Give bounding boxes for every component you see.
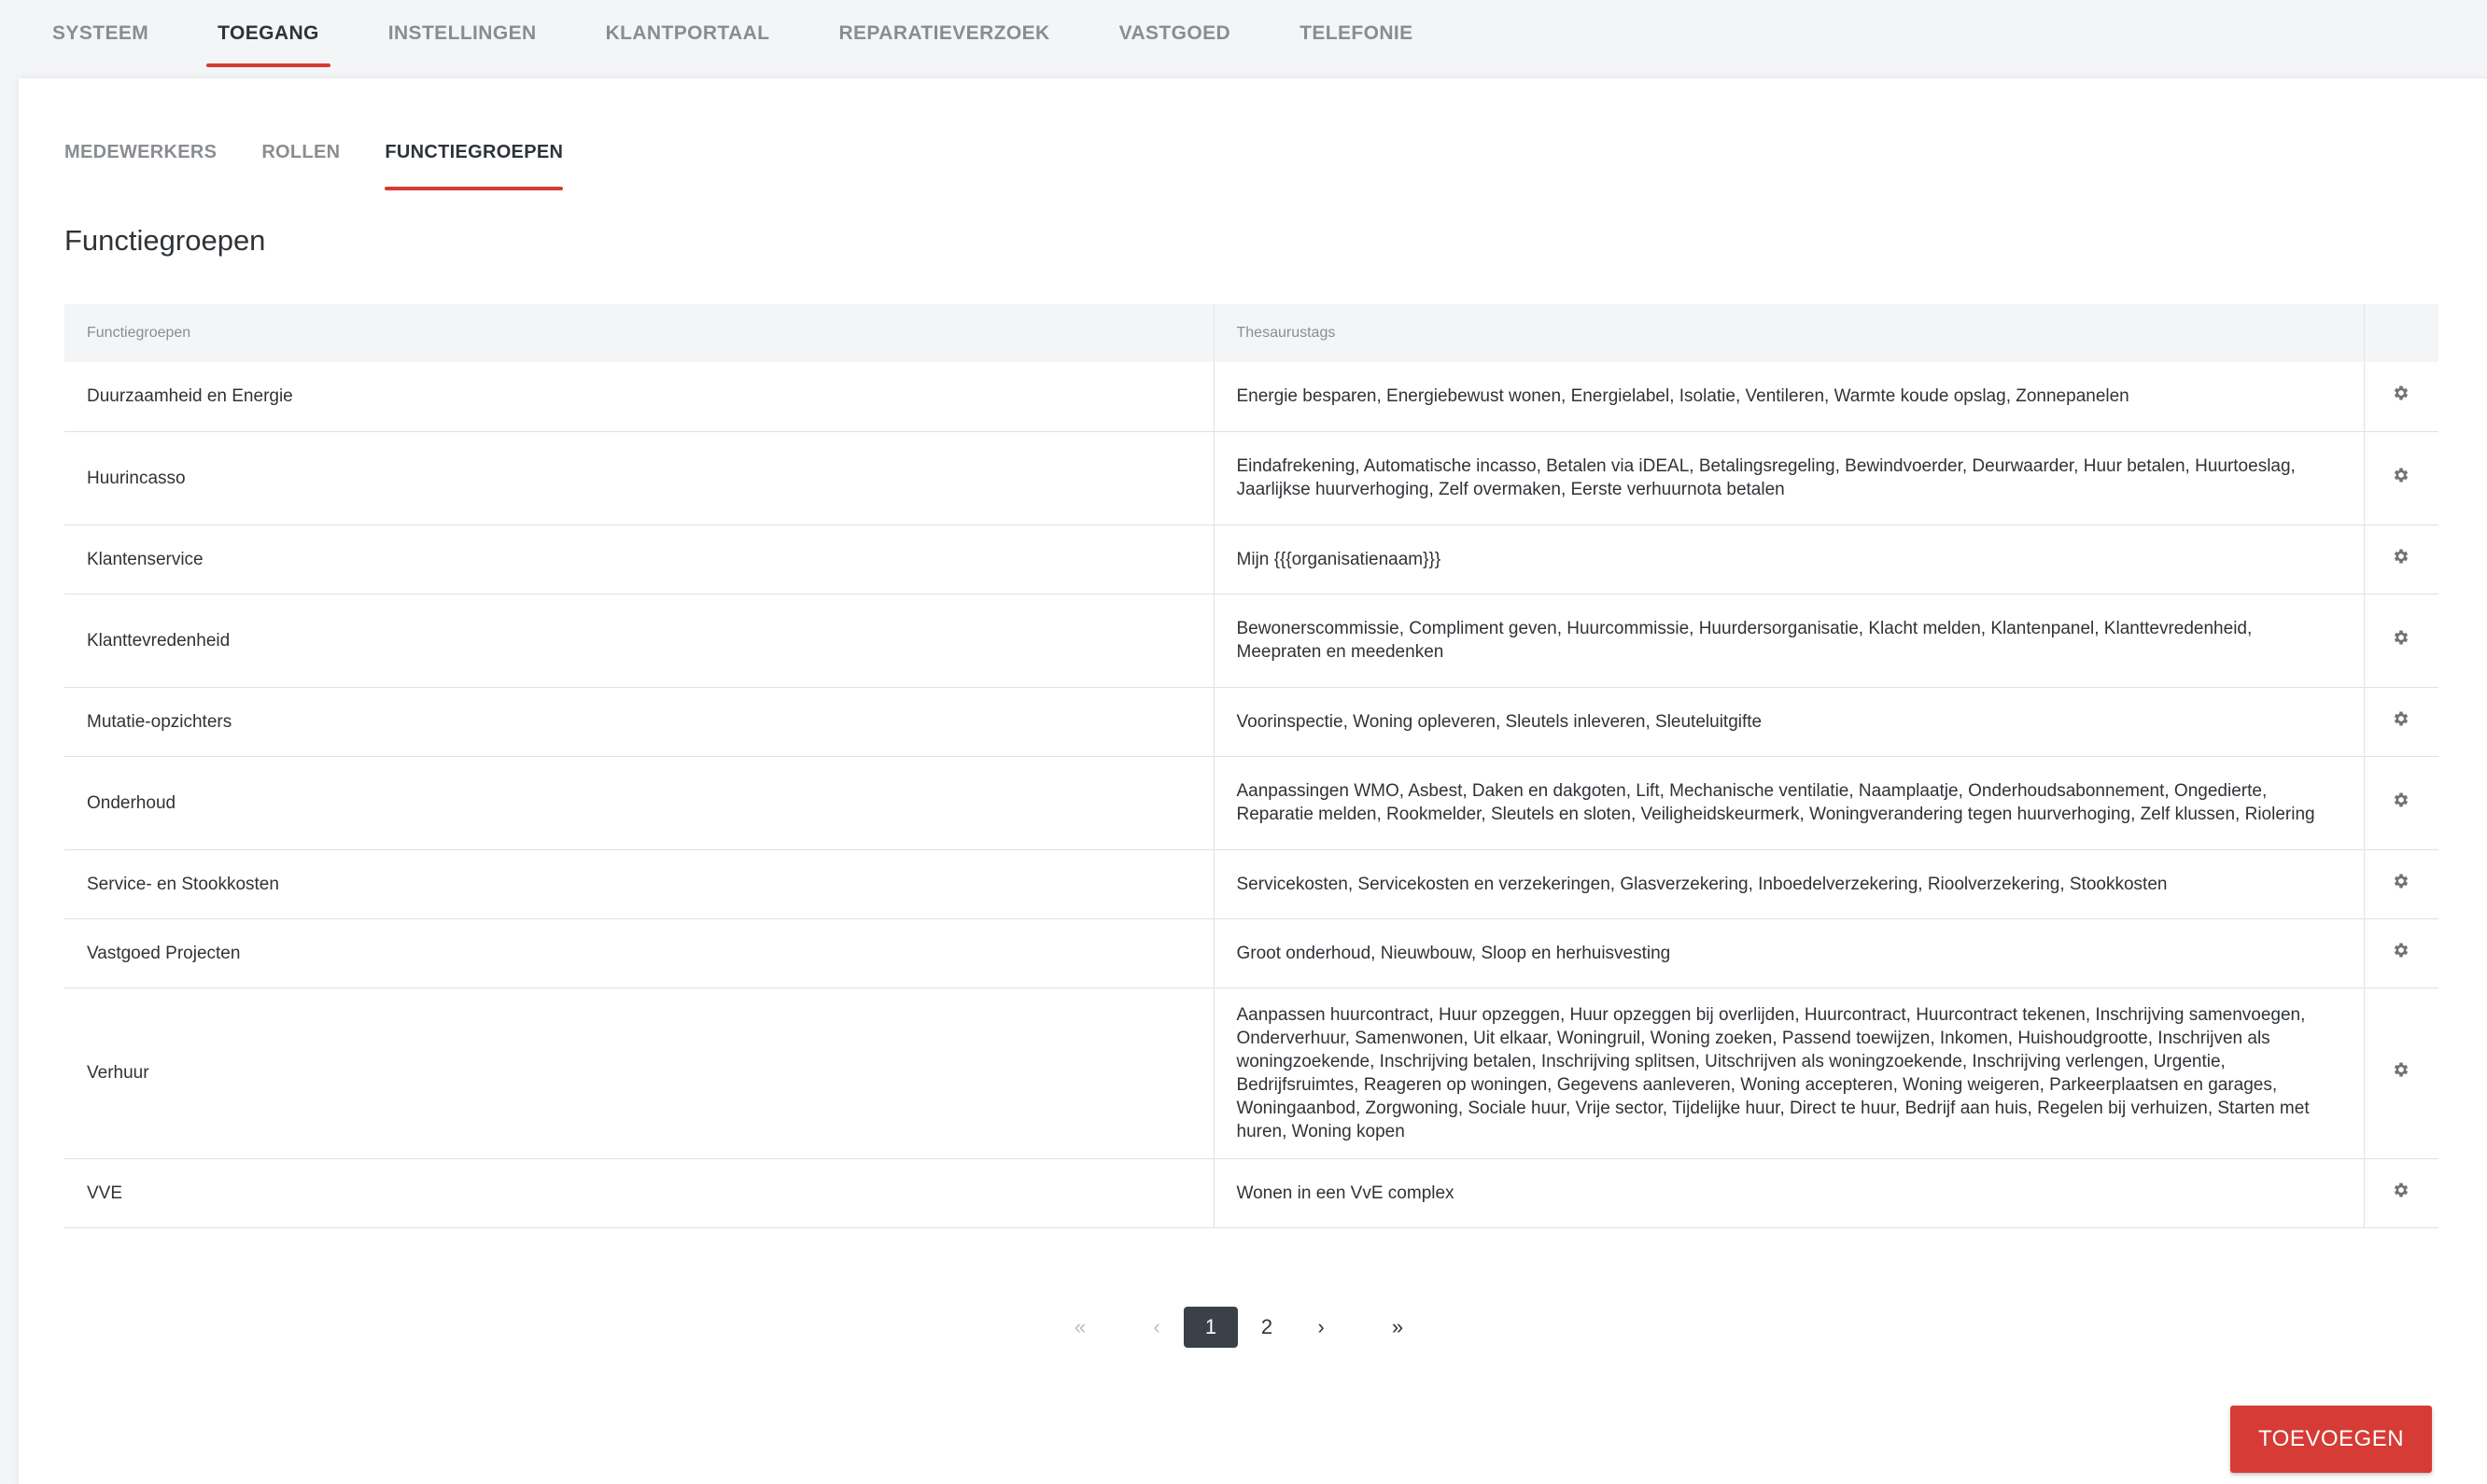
gear-icon[interactable]: [2392, 709, 2410, 728]
row-tags: Groot onderhoud, Nieuwbouw, Sloop en her…: [1214, 918, 2365, 988]
tab-instellingen[interactable]: INSTELLINGEN: [388, 0, 537, 67]
column-header-functiegroepen[interactable]: Functiegroepen: [64, 304, 1215, 362]
tab-systeem[interactable]: SYSTEEM: [52, 0, 148, 67]
row-tags: Wonen in een VvE complex: [1214, 1158, 2365, 1228]
gear-icon[interactable]: [2392, 872, 2410, 890]
table-row: VVE Wonen in een VvE complex: [64, 1158, 2438, 1228]
row-actions: [2364, 687, 2438, 757]
tab-toegang[interactable]: TOEGANG: [206, 0, 330, 67]
add-button[interactable]: TOEVOEGEN: [2230, 1406, 2432, 1473]
table-row: Klanttevredenheid Bewonerscommissie, Com…: [64, 594, 2438, 688]
top-navigation: SYSTEEM TOEGANG INSTELLINGEN KLANTPORTAA…: [0, 0, 2487, 78]
table-row: Service- en Stookkosten Servicekosten, S…: [64, 849, 2438, 919]
pagination: « ‹ 1 2 › »: [1053, 1307, 1425, 1348]
row-name: Onderhoud: [64, 756, 1215, 850]
row-tags: Aanpassingen WMO, Asbest, Daken en dakgo…: [1214, 756, 2365, 850]
row-tags: Servicekosten, Servicekosten en verzeker…: [1214, 849, 2365, 919]
tab-klantportaal[interactable]: KLANTPORTAAL: [606, 0, 770, 67]
row-tags: Bewonerscommissie, Compliment geven, Huu…: [1214, 594, 2365, 688]
page-title: Functiegroepen: [64, 224, 266, 257]
row-name: Klanttevredenheid: [64, 594, 1215, 688]
subtab-functiegroepen[interactable]: FUNCTIEGROEPEN: [385, 140, 564, 190]
gear-icon[interactable]: [2392, 941, 2410, 959]
sub-navigation: MEDEWERKERS ROLLEN FUNCTIEGROEPEN: [64, 140, 608, 190]
pagination-first-button[interactable]: «: [1053, 1307, 1107, 1348]
table-header-row: Functiegroepen Thesaurustags: [64, 304, 2438, 362]
row-actions: [2364, 431, 2438, 525]
tab-reparatieverzoek[interactable]: REPARATIEVERZOEK: [838, 0, 1049, 67]
content-panel: MEDEWERKERS ROLLEN FUNCTIEGROEPEN Functi…: [19, 78, 2487, 1484]
gear-icon[interactable]: [2392, 628, 2410, 647]
table-row: Verhuur Aanpassen huurcontract, Huur opz…: [64, 987, 2438, 1159]
table-row: Huurincasso Eindafrekening, Automatische…: [64, 431, 2438, 525]
pagination-prev-button[interactable]: ‹: [1130, 1307, 1184, 1348]
column-header-actions: [2364, 304, 2438, 362]
gear-icon[interactable]: [2392, 1181, 2410, 1199]
row-actions: [2364, 849, 2438, 919]
row-name: Service- en Stookkosten: [64, 849, 1215, 919]
row-actions: [2364, 525, 2438, 595]
row-name: Huurincasso: [64, 431, 1215, 525]
row-tags: Voorinspectie, Woning opleveren, Sleutel…: [1214, 687, 2365, 757]
gear-icon[interactable]: [2392, 384, 2410, 402]
row-actions: [2364, 362, 2438, 432]
table-row: Mutatie-opzichters Voorinspectie, Woning…: [64, 687, 2438, 757]
pagination-page-1[interactable]: 1: [1184, 1307, 1238, 1348]
table-row: Vastgoed Projecten Groot onderhoud, Nieu…: [64, 918, 2438, 988]
row-name: Klantenservice: [64, 525, 1215, 595]
row-name: Vastgoed Projecten: [64, 918, 1215, 988]
gear-icon[interactable]: [2392, 791, 2410, 809]
row-actions: [2364, 1158, 2438, 1228]
gear-icon[interactable]: [2392, 466, 2410, 484]
row-name: Verhuur: [64, 987, 1215, 1159]
pagination-next-button[interactable]: ›: [1294, 1307, 1348, 1348]
table-body: Duurzaamheid en Energie Energie besparen…: [64, 362, 2438, 1228]
column-header-thesaurustags[interactable]: Thesaurustags: [1214, 304, 2365, 362]
row-tags: Mijn {{{organisatienaam}}}: [1214, 525, 2365, 595]
row-actions: [2364, 987, 2438, 1159]
subtab-rollen[interactable]: ROLLEN: [261, 140, 340, 190]
row-name: Duurzaamheid en Energie: [64, 362, 1215, 432]
functiegroepen-table: Functiegroepen Thesaurustags Duurzaamhei…: [64, 304, 2438, 1228]
row-tags: Eindafrekening, Automatische incasso, Be…: [1214, 431, 2365, 525]
row-name: VVE: [64, 1158, 1215, 1228]
row-actions: [2364, 756, 2438, 850]
row-actions: [2364, 918, 2438, 988]
pagination-page-2[interactable]: 2: [1240, 1307, 1294, 1348]
gear-icon[interactable]: [2392, 1060, 2410, 1079]
subtab-medewerkers[interactable]: MEDEWERKERS: [64, 140, 217, 190]
pagination-last-button[interactable]: »: [1370, 1307, 1425, 1348]
table-row: Klantenservice Mijn {{{organisatienaam}}…: [64, 525, 2438, 595]
table-row: Onderhoud Aanpassingen WMO, Asbest, Dake…: [64, 756, 2438, 850]
tab-vastgoed[interactable]: VASTGOED: [1119, 0, 1231, 67]
row-actions: [2364, 594, 2438, 688]
row-name: Mutatie-opzichters: [64, 687, 1215, 757]
table-row: Duurzaamheid en Energie Energie besparen…: [64, 362, 2438, 432]
row-tags: Energie besparen, Energiebewust wonen, E…: [1214, 362, 2365, 432]
row-tags: Aanpassen huurcontract, Huur opzeggen, H…: [1214, 987, 2365, 1159]
gear-icon[interactable]: [2392, 547, 2410, 566]
tab-telefonie[interactable]: TELEFONIE: [1300, 0, 1412, 67]
